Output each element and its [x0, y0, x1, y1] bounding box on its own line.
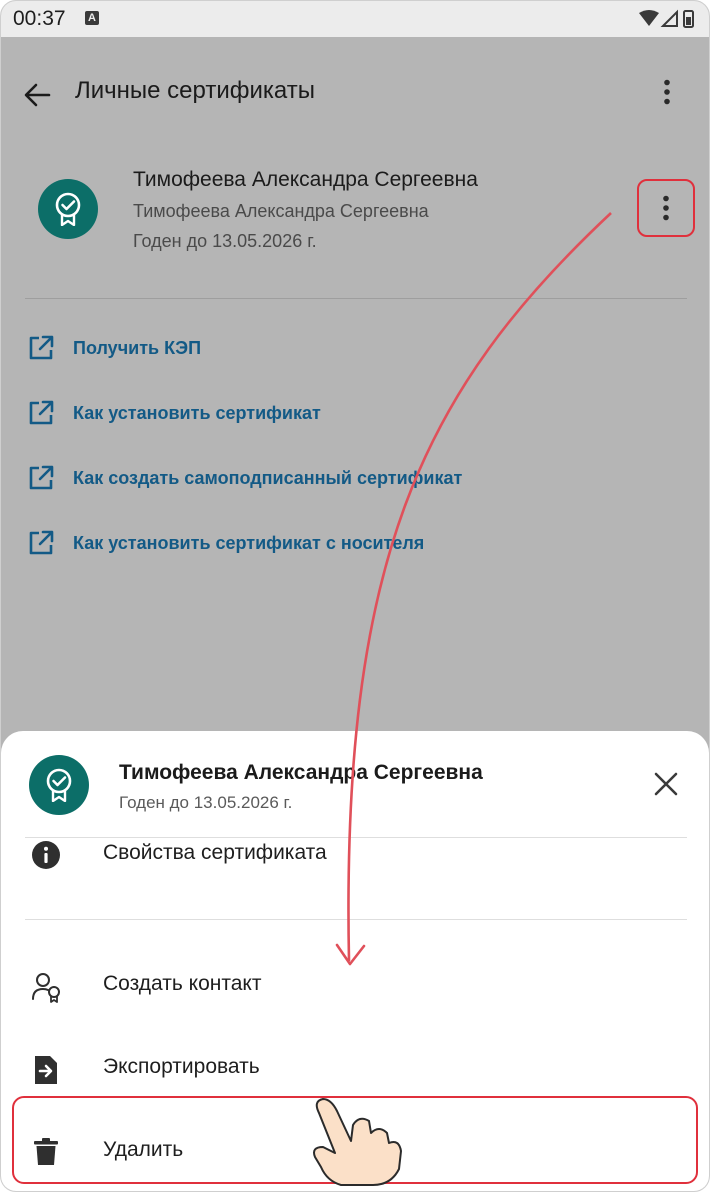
menu-item-export[interactable]: Экспортировать [1, 1038, 709, 1098]
wifi-icon [639, 10, 659, 26]
menu-item-label: Экспортировать [103, 1055, 260, 1078]
delete-highlight-frame [12, 1096, 698, 1184]
menu-item-label: Создать контакт [103, 972, 262, 995]
certificate-valid-until: Годен до 13.05.2026 г. [133, 231, 317, 251]
external-link-icon [29, 400, 54, 425]
link-get-kep[interactable]: Получить КЭП [27, 334, 201, 362]
certificate-subject: Тимофеева Александра Сергеевна [133, 201, 429, 221]
link-label: Как создать самоподписанный сертификат [73, 467, 463, 488]
menu-item-label: Свойства сертификата [103, 841, 327, 864]
external-link-icon [29, 530, 54, 555]
export-icon [31, 1054, 61, 1091]
back-arrow-icon[interactable] [23, 81, 51, 114]
page-title: Личные сертификаты [75, 77, 315, 104]
certificate-avatar [29, 755, 89, 815]
menu-item-properties[interactable]: Свойства сертификата [1, 824, 709, 884]
signal-icon [660, 9, 678, 27]
certificate-more-button[interactable] [637, 179, 695, 237]
sheet-certificate-valid-until: Годен до 13.05.2026 г. [119, 793, 293, 812]
more-vertical-icon[interactable] [659, 79, 675, 110]
menu-item-create-contact[interactable]: Создать контакт [1, 955, 709, 1015]
link-label: Получить КЭП [73, 337, 202, 358]
external-link-icon [29, 335, 54, 360]
certificate-badge-icon [55, 192, 81, 226]
divider [25, 919, 687, 920]
sheet-certificate-name: Тимофеева Александра Сергеевна [119, 761, 483, 784]
status-bar: 00:37 A [1, 1, 709, 37]
status-icons [637, 9, 697, 34]
certificate-badge-icon [46, 768, 72, 802]
app-window: 00:37 A Личные сертификаты Тимофеева Але… [0, 0, 710, 1192]
link-install-certificate[interactable]: Как установить сертификат [27, 399, 321, 427]
more-vertical-icon [663, 195, 669, 221]
status-time: 00:37 [13, 7, 66, 30]
link-label: Как установить сертификат с носителя [73, 532, 425, 553]
link-label: Как установить сертификат [73, 402, 321, 423]
info-icon [31, 840, 61, 875]
divider [25, 298, 687, 299]
contact-icon [31, 971, 63, 1008]
external-link-icon [29, 465, 54, 490]
link-create-self-signed[interactable]: Как создать самоподписанный сертификат [27, 464, 462, 492]
certificate-name[interactable]: Тимофеева Александра Сергеевна [133, 168, 478, 192]
certificate-avatar [38, 179, 98, 239]
link-install-from-media[interactable]: Как установить сертификат с носителя [27, 529, 424, 557]
close-icon[interactable] [653, 771, 679, 802]
notification-icon: A [85, 11, 99, 25]
